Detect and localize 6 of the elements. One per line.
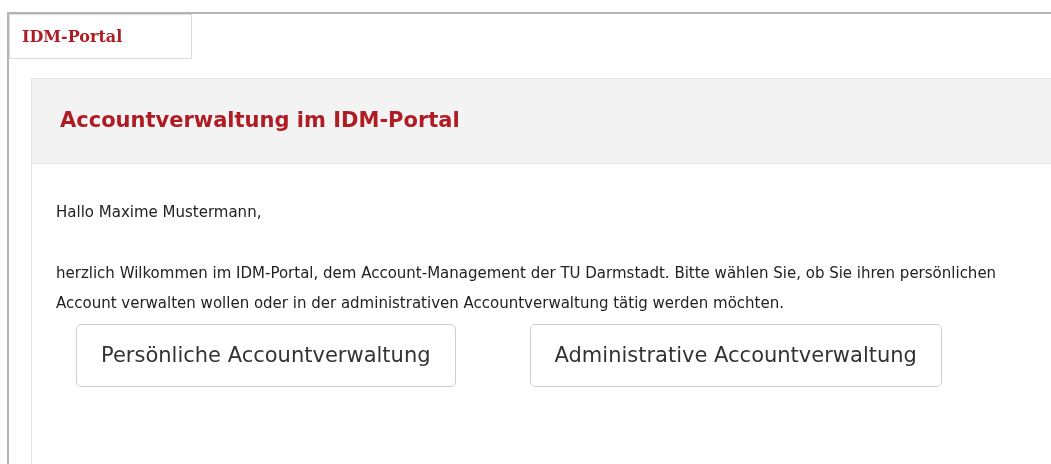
panel-title: Accountverwaltung im IDM-Portal [60,107,460,135]
account-button[interactable]: Persönliche Accountverwaltung [76,324,456,387]
account-button[interactable]: Administrative Accountverwaltung [529,324,942,387]
intro-paragraph: herzlich Wilkommen im IDM-Portal, dem Account-Management der TU Darmstadt. Bitte wählen Sie, ob Sie ihren persönlichen Account verwalten wollen oder in der administrativen Accountverwaltung tätig werden möchten. [56,263,998,314]
portal-tab[interactable]: IDM-Portal [9,14,192,59]
greeting-text: Hallo Maxime Mustermann, [56,202,263,223]
